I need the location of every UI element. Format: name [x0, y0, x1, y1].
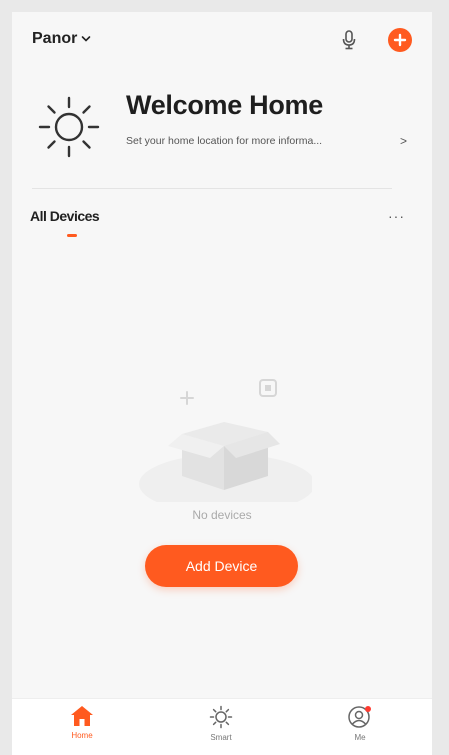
more-options-button[interactable]: ···: [388, 208, 405, 224]
set-location-link[interactable]: Set your home location for more informa.…: [126, 135, 388, 147]
empty-box-illustration: [139, 379, 312, 502]
nav-home[interactable]: Home: [42, 705, 122, 751]
nav-me[interactable]: Me: [320, 705, 400, 751]
notification-dot: [365, 706, 371, 712]
home-selector[interactable]: Panor: [32, 30, 91, 48]
tab-active-indicator: [67, 234, 77, 237]
home-icon: [71, 706, 93, 726]
welcome-card: Welcome Home Set your home location for …: [12, 82, 432, 192]
top-bar: Panor: [12, 12, 432, 68]
tab-all-devices[interactable]: All Devices: [30, 208, 100, 224]
welcome-title: Welcome Home: [126, 90, 323, 120]
chevron-down-icon: [82, 36, 91, 42]
add-button[interactable]: [388, 28, 412, 52]
add-device-button[interactable]: Add Device: [145, 545, 298, 587]
divider: [32, 188, 392, 189]
bottom-nav: Home Smart Me: [12, 698, 432, 755]
nav-label: Me: [354, 733, 366, 742]
no-devices-text: No devices: [192, 508, 252, 522]
microphone-button[interactable]: [337, 28, 361, 52]
user-icon: [348, 706, 371, 728]
sun-icon: [209, 705, 233, 729]
chevron-right-icon[interactable]: >: [400, 134, 407, 148]
app-screen: Panor Welcome Home Set your home locatio…: [12, 12, 432, 755]
nav-label: Smart: [210, 733, 232, 742]
sun-icon: [38, 96, 100, 158]
nav-label: Home: [71, 731, 93, 740]
plus-icon: [393, 33, 407, 47]
device-tabs: All Devices ···: [12, 208, 432, 248]
microphone-icon: [342, 30, 356, 50]
nav-smart[interactable]: Smart: [181, 705, 261, 751]
home-name: Panor: [32, 30, 78, 47]
